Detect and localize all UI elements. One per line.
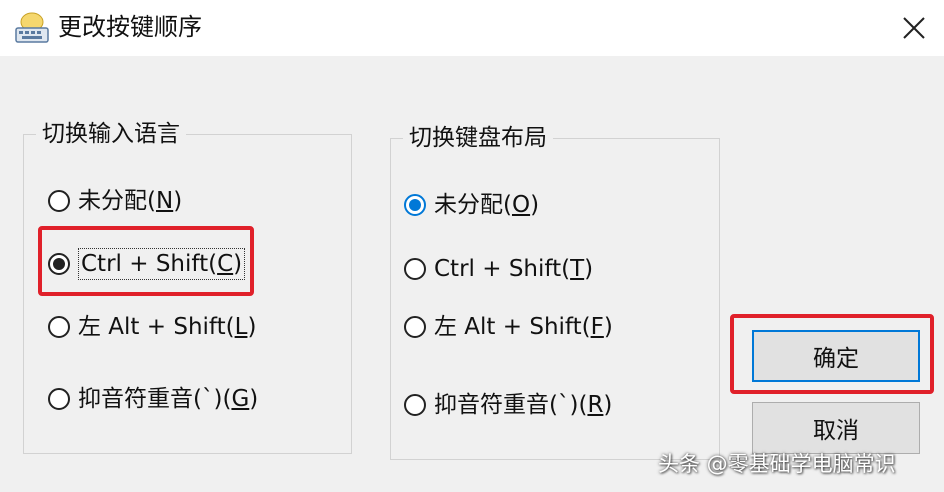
access-key: T	[570, 256, 585, 282]
layout-option-left-alt-shift[interactable]: 左 Alt + Shift(F)	[404, 312, 613, 342]
radio-button[interactable]	[48, 190, 70, 212]
lang-option-unassigned[interactable]: 未分配(N)	[48, 186, 182, 216]
close-icon	[903, 17, 925, 39]
title-bar: 更改按键顺序	[0, 0, 944, 56]
option-label: 抑音符重音(`)	[78, 386, 223, 412]
layout-option-grave-accent[interactable]: 抑音符重音(`)(R)	[404, 390, 612, 420]
window-title: 更改按键顺序	[58, 13, 202, 41]
change-key-sequence-dialog: 更改按键顺序 切换输入语言 未分配(N) Ctrl + Shift(C) 左 A…	[0, 0, 944, 492]
option-label: 左 Alt + Shift	[434, 314, 582, 340]
group-legend: 切换键盘布局	[403, 123, 553, 153]
lang-option-left-alt-shift[interactable]: 左 Alt + Shift(L)	[48, 312, 256, 342]
access-key: R	[587, 392, 604, 418]
radio-button[interactable]	[404, 394, 426, 416]
layout-option-ctrl-shift[interactable]: Ctrl + Shift(T)	[404, 254, 593, 284]
option-label: 左 Alt + Shift	[78, 314, 226, 340]
red-highlight-box	[730, 314, 934, 394]
cancel-button[interactable]: 取消	[752, 402, 920, 454]
option-label: 抑音符重音(`)	[434, 392, 579, 418]
red-highlight-box	[38, 226, 254, 296]
access-key: L	[234, 314, 248, 340]
radio-button[interactable]	[404, 258, 426, 280]
option-label: 未分配	[434, 192, 503, 218]
option-label: Ctrl + Shift	[434, 256, 562, 282]
radio-button-selected[interactable]	[404, 194, 426, 216]
lang-option-grave-accent[interactable]: 抑音符重音(`)(G)	[48, 384, 258, 414]
radio-button[interactable]	[404, 316, 426, 338]
watermark-text: 头条 @零基础学电脑常识	[658, 452, 896, 476]
access-key: F	[590, 314, 604, 340]
keyboard-settings-icon	[15, 12, 49, 43]
radio-button[interactable]	[48, 388, 70, 410]
access-key: N	[155, 188, 174, 214]
radio-button[interactable]	[48, 316, 70, 338]
close-button[interactable]	[884, 0, 944, 56]
layout-option-unassigned[interactable]: 未分配(O)	[404, 190, 539, 220]
access-key: O	[511, 192, 531, 218]
option-label: 未分配	[78, 188, 147, 214]
access-key: G	[231, 386, 250, 412]
group-legend: 切换输入语言	[36, 119, 186, 149]
